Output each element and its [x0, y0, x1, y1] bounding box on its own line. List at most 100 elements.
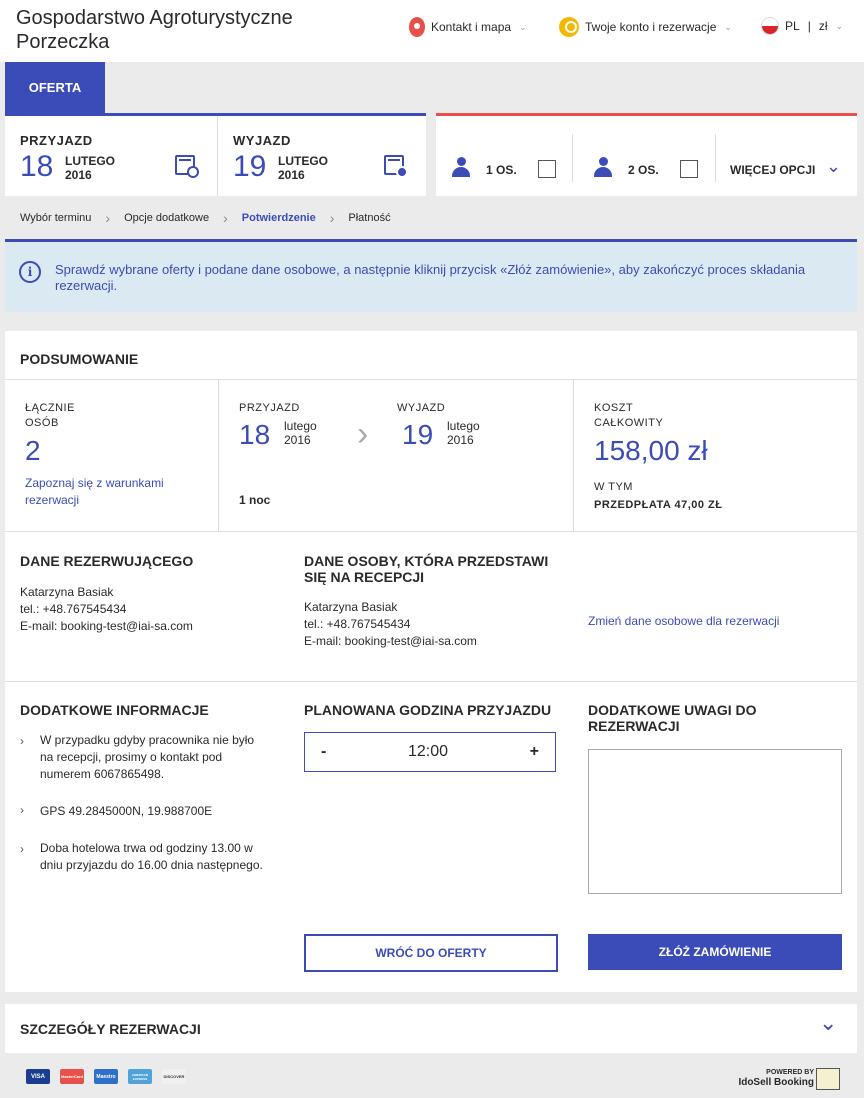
total-persons-label-line1: ŁĄCZNIE: [25, 402, 75, 414]
submit-order-label: ZŁÓŻ ZAMÓWIENIE: [658, 945, 772, 959]
decrement-button[interactable]: -: [321, 743, 326, 761]
visa-icon: VISA: [26, 1069, 50, 1084]
arrival-label: PRZYJAZD: [20, 133, 93, 148]
total-persons-count: 2: [25, 435, 41, 466]
person-icon: [594, 157, 612, 177]
summary-panel: PODSUMOWANIE ŁĄCZNIE OSÓB 2 Zapoznaj się…: [5, 331, 857, 992]
account-label: Twoje konto i rezerwacje: [585, 20, 717, 34]
amex-label: AMERICAN EXPRESS: [131, 1072, 149, 1081]
two-persons-checkbox[interactable]: [680, 160, 698, 178]
tab-offer-label: OFERTA: [28, 80, 82, 95]
guest-title-line1: DANE OSOBY, KTÓRA PRZEDSTAWI: [304, 553, 549, 569]
guest-email: E-mail: booking-test@iai-sa.com: [304, 634, 477, 648]
separator: |: [807, 19, 811, 33]
payment-methods: VISA MasterCard Maestro AMERICAN EXPRESS…: [26, 1069, 186, 1084]
guest-phone: tel.: +48.767545434: [304, 617, 411, 631]
divider: [715, 134, 716, 182]
increment-button[interactable]: +: [530, 743, 539, 761]
total-cost-label-line2: CAŁKOWITY: [594, 417, 664, 429]
info-item-line: numerem 6067865498.: [40, 767, 165, 781]
arrival-date-picker[interactable]: PRZYJAZD 18 LUTEGO 2016: [5, 116, 217, 196]
breadcrumb-step-date[interactable]: Wybór terminu: [20, 212, 91, 224]
breadcrumb-step-options[interactable]: Opcje dodatkowe: [124, 212, 209, 224]
info-item: GPS 49.2845000N, 19.988700E: [40, 804, 213, 818]
visa-label: VISA: [30, 1073, 45, 1080]
summary-arrival-month: lutego: [284, 419, 317, 433]
booker-name: Katarzyna Basiak: [20, 585, 114, 599]
arrival-month-year: LUTEGO 2016: [65, 154, 115, 182]
departure-label: WYJAZD: [233, 133, 291, 148]
guest-title-line2: SIĘ NA RECEPCJI: [304, 569, 425, 585]
map-pin-icon: [409, 17, 425, 37]
breadcrumb: Wybór terminu › Opcje dodatkowe › Potwie…: [20, 210, 391, 226]
site-header: Gospodarstwo Agroturystyczne Porzeczka K…: [0, 0, 864, 62]
chevron-down-icon: ⌄: [826, 156, 842, 176]
reservation-details-accordion[interactable]: SZCZEGÓŁY REZERWACJI ⌄: [5, 1004, 857, 1053]
user-icon: [559, 17, 579, 37]
divider: [5, 379, 857, 380]
terms-link[interactable]: Zapoznaj się z warunkami rezerwacji: [25, 475, 164, 509]
contact-menu[interactable]: Kontakt i mapa ⌄: [409, 17, 527, 37]
summary-arrival-label: PRZYJAZD: [239, 402, 300, 414]
poland-flag-icon: [761, 17, 779, 35]
departure-month-year: LUTEGO 2016: [278, 154, 328, 182]
notes-textarea[interactable]: [588, 749, 842, 894]
total-cost-label: KOSZT CAŁKOWITY: [594, 401, 663, 431]
nights-count: 1 noc: [239, 493, 271, 507]
departure-date-picker[interactable]: WYJAZD 19 LUTEGO 2016: [218, 116, 426, 196]
chevron-right-icon: ›: [329, 210, 335, 226]
account-menu[interactable]: Twoje konto i rezerwacje ⌄: [559, 17, 732, 37]
including-label: W TYM: [594, 481, 633, 493]
site-logo-text: Gospodarstwo Agroturystyczne Porzeczka: [16, 7, 293, 53]
reservation-details-title: SZCZEGÓŁY REZERWACJI: [20, 1021, 201, 1037]
summary-departure-month-year: lutego 2016: [447, 419, 480, 447]
total-persons-label: ŁĄCZNIE OSÓB: [25, 401, 75, 431]
summary-departure-month: lutego: [447, 419, 480, 433]
powered-by-brand: IdoSell Booking: [738, 1077, 814, 1088]
more-options-button[interactable]: WIĘCEJ OPCJI ⌄: [730, 156, 850, 182]
back-to-offer-button[interactable]: WRÓĆ DO OFERTY: [304, 934, 558, 972]
divider: [572, 134, 573, 182]
maestro-label: Maestro: [96, 1073, 116, 1080]
total-cost-label-line1: KOSZT: [594, 402, 634, 414]
change-personal-data-link[interactable]: Zmień dane osobowe dla rezerwacji: [588, 613, 779, 630]
total-persons-label-line2: OSÓB: [25, 417, 59, 429]
one-person-checkbox[interactable]: [538, 160, 556, 178]
additional-info-title: DODATKOWE INFORMACJE: [20, 702, 209, 718]
tab-offer[interactable]: OFERTA: [5, 62, 105, 113]
info-message: Sprawdź wybrane oferty i podane dane oso…: [55, 262, 806, 293]
maestro-icon: Maestro: [94, 1069, 118, 1084]
chevron-right-icon: ›: [20, 803, 24, 817]
booker-title: DANE REZERWUJĄCEGO: [20, 553, 194, 569]
notes-title-line2: REZERWACJI: [588, 718, 680, 734]
language-label: PL: [785, 19, 800, 33]
mastercard-label: MasterCard: [60, 1074, 83, 1079]
departure-day: 19: [233, 150, 267, 183]
discover-label: DISCOVER: [163, 1074, 185, 1079]
prepayment-value: PRZEDPŁATA 47,00 ZŁ: [594, 499, 723, 511]
summary-arrival-month-year: lutego 2016: [284, 419, 317, 447]
powered-by[interactable]: POWERED BY IdoSell Booking: [738, 1069, 814, 1089]
chevron-down-icon: ⌄: [819, 1010, 838, 1035]
chevron-right-icon: ›: [20, 734, 24, 748]
date-selector: PRZYJAZD 18 LUTEGO 2016 WYJAZD 19 LUTEGO…: [5, 113, 426, 196]
summary-arrival-year: 2016: [284, 433, 311, 447]
language-currency-menu[interactable]: PL | zł ⌄: [761, 17, 843, 35]
terms-link-line2: rezerwacji: [25, 493, 80, 507]
divider: [5, 681, 857, 682]
notes-title-line1: DODATKOWE UWAGI DO: [588, 702, 757, 718]
chevron-right-icon: ›: [105, 210, 111, 226]
calendar-icon: [384, 155, 408, 178]
site-logo[interactable]: Gospodarstwo Agroturystyczne Porzeczka: [16, 6, 296, 54]
divider: [5, 531, 857, 532]
american-express-icon: AMERICAN EXPRESS: [128, 1069, 152, 1084]
back-to-offer-label: WRÓĆ DO OFERTY: [375, 946, 487, 960]
departure-year: 2016: [278, 168, 305, 182]
person-icon: [452, 157, 470, 177]
chevron-down-icon: ⌄: [519, 21, 527, 32]
contact-label: Kontakt i mapa: [431, 20, 512, 34]
submit-order-button[interactable]: ZŁÓŻ ZAMÓWIENIE: [588, 934, 842, 970]
booker-details: Katarzyna Basiak tel.: +48.767545434 E-m…: [20, 584, 193, 635]
powered-by-label: POWERED BY: [766, 1069, 814, 1076]
chevron-right-icon: ›: [223, 210, 228, 226]
